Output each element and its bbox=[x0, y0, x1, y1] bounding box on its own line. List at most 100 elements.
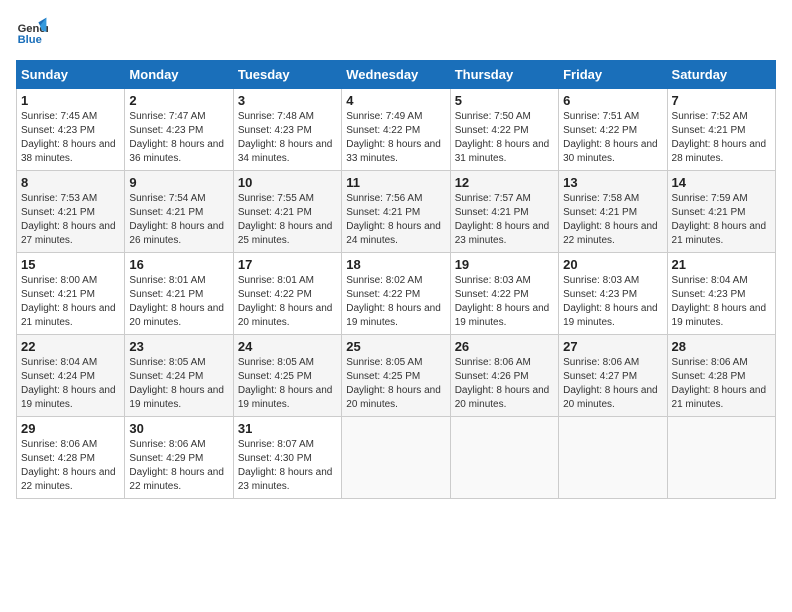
day-info: Sunrise: 7:58 AM Sunset: 4:21 PM Dayligh… bbox=[563, 192, 662, 248]
weekday-header-tuesday: Tuesday bbox=[233, 61, 341, 89]
day-info: Sunrise: 8:04 AM Sunset: 4:24 PM Dayligh… bbox=[21, 356, 120, 412]
day-number: 23 bbox=[129, 339, 228, 354]
day-number: 19 bbox=[455, 257, 554, 272]
calendar-day-cell: 14 Sunrise: 7:59 AM Sunset: 4:21 PM Dayl… bbox=[667, 171, 775, 253]
day-info: Sunrise: 7:54 AM Sunset: 4:21 PM Dayligh… bbox=[129, 192, 228, 248]
calendar-day-cell: 11 Sunrise: 7:56 AM Sunset: 4:21 PM Dayl… bbox=[342, 171, 450, 253]
day-number: 22 bbox=[21, 339, 120, 354]
calendar-day-cell: 24 Sunrise: 8:05 AM Sunset: 4:25 PM Dayl… bbox=[233, 335, 341, 417]
day-number: 12 bbox=[455, 175, 554, 190]
calendar-day-cell: 22 Sunrise: 8:04 AM Sunset: 4:24 PM Dayl… bbox=[17, 335, 125, 417]
calendar-day-cell bbox=[342, 417, 450, 499]
calendar-day-cell: 20 Sunrise: 8:03 AM Sunset: 4:23 PM Dayl… bbox=[559, 253, 667, 335]
calendar-day-cell bbox=[559, 417, 667, 499]
calendar-day-cell: 25 Sunrise: 8:05 AM Sunset: 4:25 PM Dayl… bbox=[342, 335, 450, 417]
logo-icon: General Blue bbox=[16, 16, 48, 48]
calendar-day-cell: 15 Sunrise: 8:00 AM Sunset: 4:21 PM Dayl… bbox=[17, 253, 125, 335]
calendar-day-cell: 28 Sunrise: 8:06 AM Sunset: 4:28 PM Dayl… bbox=[667, 335, 775, 417]
weekday-header-saturday: Saturday bbox=[667, 61, 775, 89]
day-number: 4 bbox=[346, 93, 445, 108]
day-info: Sunrise: 8:04 AM Sunset: 4:23 PM Dayligh… bbox=[672, 274, 771, 330]
calendar-day-cell: 8 Sunrise: 7:53 AM Sunset: 4:21 PM Dayli… bbox=[17, 171, 125, 253]
calendar-day-cell: 27 Sunrise: 8:06 AM Sunset: 4:27 PM Dayl… bbox=[559, 335, 667, 417]
svg-text:Blue: Blue bbox=[18, 34, 42, 46]
day-number: 11 bbox=[346, 175, 445, 190]
day-number: 30 bbox=[129, 421, 228, 436]
day-info: Sunrise: 7:47 AM Sunset: 4:23 PM Dayligh… bbox=[129, 110, 228, 166]
calendar-week-row: 1 Sunrise: 7:45 AM Sunset: 4:23 PM Dayli… bbox=[17, 89, 776, 171]
day-number: 15 bbox=[21, 257, 120, 272]
calendar-day-cell: 4 Sunrise: 7:49 AM Sunset: 4:22 PM Dayli… bbox=[342, 89, 450, 171]
day-number: 3 bbox=[238, 93, 337, 108]
weekday-header-wednesday: Wednesday bbox=[342, 61, 450, 89]
calendar-day-cell: 1 Sunrise: 7:45 AM Sunset: 4:23 PM Dayli… bbox=[17, 89, 125, 171]
day-number: 20 bbox=[563, 257, 662, 272]
calendar-day-cell: 10 Sunrise: 7:55 AM Sunset: 4:21 PM Dayl… bbox=[233, 171, 341, 253]
day-number: 2 bbox=[129, 93, 228, 108]
calendar-week-row: 8 Sunrise: 7:53 AM Sunset: 4:21 PM Dayli… bbox=[17, 171, 776, 253]
page-header: General Blue bbox=[16, 16, 776, 48]
day-number: 14 bbox=[672, 175, 771, 190]
calendar-day-cell: 21 Sunrise: 8:04 AM Sunset: 4:23 PM Dayl… bbox=[667, 253, 775, 335]
day-number: 6 bbox=[563, 93, 662, 108]
day-number: 16 bbox=[129, 257, 228, 272]
day-number: 26 bbox=[455, 339, 554, 354]
day-info: Sunrise: 7:49 AM Sunset: 4:22 PM Dayligh… bbox=[346, 110, 445, 166]
calendar-day-cell: 9 Sunrise: 7:54 AM Sunset: 4:21 PM Dayli… bbox=[125, 171, 233, 253]
day-info: Sunrise: 7:59 AM Sunset: 4:21 PM Dayligh… bbox=[672, 192, 771, 248]
day-info: Sunrise: 7:51 AM Sunset: 4:22 PM Dayligh… bbox=[563, 110, 662, 166]
day-info: Sunrise: 8:01 AM Sunset: 4:21 PM Dayligh… bbox=[129, 274, 228, 330]
day-info: Sunrise: 8:06 AM Sunset: 4:27 PM Dayligh… bbox=[563, 356, 662, 412]
calendar-day-cell: 31 Sunrise: 8:07 AM Sunset: 4:30 PM Dayl… bbox=[233, 417, 341, 499]
weekday-header-monday: Monday bbox=[125, 61, 233, 89]
day-info: Sunrise: 7:45 AM Sunset: 4:23 PM Dayligh… bbox=[21, 110, 120, 166]
day-number: 7 bbox=[672, 93, 771, 108]
calendar-day-cell: 13 Sunrise: 7:58 AM Sunset: 4:21 PM Dayl… bbox=[559, 171, 667, 253]
weekday-header-sunday: Sunday bbox=[17, 61, 125, 89]
day-number: 9 bbox=[129, 175, 228, 190]
calendar-day-cell: 5 Sunrise: 7:50 AM Sunset: 4:22 PM Dayli… bbox=[450, 89, 558, 171]
calendar-day-cell: 2 Sunrise: 7:47 AM Sunset: 4:23 PM Dayli… bbox=[125, 89, 233, 171]
calendar-day-cell bbox=[450, 417, 558, 499]
day-info: Sunrise: 7:50 AM Sunset: 4:22 PM Dayligh… bbox=[455, 110, 554, 166]
calendar-week-row: 15 Sunrise: 8:00 AM Sunset: 4:21 PM Dayl… bbox=[17, 253, 776, 335]
day-info: Sunrise: 8:00 AM Sunset: 4:21 PM Dayligh… bbox=[21, 274, 120, 330]
day-info: Sunrise: 8:02 AM Sunset: 4:22 PM Dayligh… bbox=[346, 274, 445, 330]
day-number: 28 bbox=[672, 339, 771, 354]
day-info: Sunrise: 7:52 AM Sunset: 4:21 PM Dayligh… bbox=[672, 110, 771, 166]
day-number: 29 bbox=[21, 421, 120, 436]
day-number: 27 bbox=[563, 339, 662, 354]
calendar-day-cell bbox=[667, 417, 775, 499]
day-number: 31 bbox=[238, 421, 337, 436]
day-info: Sunrise: 8:05 AM Sunset: 4:24 PM Dayligh… bbox=[129, 356, 228, 412]
calendar-day-cell: 19 Sunrise: 8:03 AM Sunset: 4:22 PM Dayl… bbox=[450, 253, 558, 335]
calendar-day-cell: 29 Sunrise: 8:06 AM Sunset: 4:28 PM Dayl… bbox=[17, 417, 125, 499]
day-number: 21 bbox=[672, 257, 771, 272]
day-number: 5 bbox=[455, 93, 554, 108]
day-number: 18 bbox=[346, 257, 445, 272]
logo: General Blue bbox=[16, 16, 48, 48]
calendar-day-cell: 23 Sunrise: 8:05 AM Sunset: 4:24 PM Dayl… bbox=[125, 335, 233, 417]
calendar-week-row: 29 Sunrise: 8:06 AM Sunset: 4:28 PM Dayl… bbox=[17, 417, 776, 499]
day-number: 25 bbox=[346, 339, 445, 354]
day-info: Sunrise: 7:53 AM Sunset: 4:21 PM Dayligh… bbox=[21, 192, 120, 248]
day-info: Sunrise: 7:56 AM Sunset: 4:21 PM Dayligh… bbox=[346, 192, 445, 248]
day-info: Sunrise: 8:06 AM Sunset: 4:28 PM Dayligh… bbox=[21, 438, 120, 494]
day-info: Sunrise: 8:06 AM Sunset: 4:28 PM Dayligh… bbox=[672, 356, 771, 412]
weekday-header-friday: Friday bbox=[559, 61, 667, 89]
day-info: Sunrise: 8:01 AM Sunset: 4:22 PM Dayligh… bbox=[238, 274, 337, 330]
day-number: 17 bbox=[238, 257, 337, 272]
calendar-day-cell: 30 Sunrise: 8:06 AM Sunset: 4:29 PM Dayl… bbox=[125, 417, 233, 499]
calendar-week-row: 22 Sunrise: 8:04 AM Sunset: 4:24 PM Dayl… bbox=[17, 335, 776, 417]
day-info: Sunrise: 8:05 AM Sunset: 4:25 PM Dayligh… bbox=[346, 356, 445, 412]
weekday-header-thursday: Thursday bbox=[450, 61, 558, 89]
day-number: 1 bbox=[21, 93, 120, 108]
weekday-header-row: SundayMondayTuesdayWednesdayThursdayFrid… bbox=[17, 61, 776, 89]
day-info: Sunrise: 8:05 AM Sunset: 4:25 PM Dayligh… bbox=[238, 356, 337, 412]
day-number: 13 bbox=[563, 175, 662, 190]
day-info: Sunrise: 7:57 AM Sunset: 4:21 PM Dayligh… bbox=[455, 192, 554, 248]
calendar-day-cell: 6 Sunrise: 7:51 AM Sunset: 4:22 PM Dayli… bbox=[559, 89, 667, 171]
calendar-table: SundayMondayTuesdayWednesdayThursdayFrid… bbox=[16, 60, 776, 499]
calendar-day-cell: 17 Sunrise: 8:01 AM Sunset: 4:22 PM Dayl… bbox=[233, 253, 341, 335]
day-number: 10 bbox=[238, 175, 337, 190]
